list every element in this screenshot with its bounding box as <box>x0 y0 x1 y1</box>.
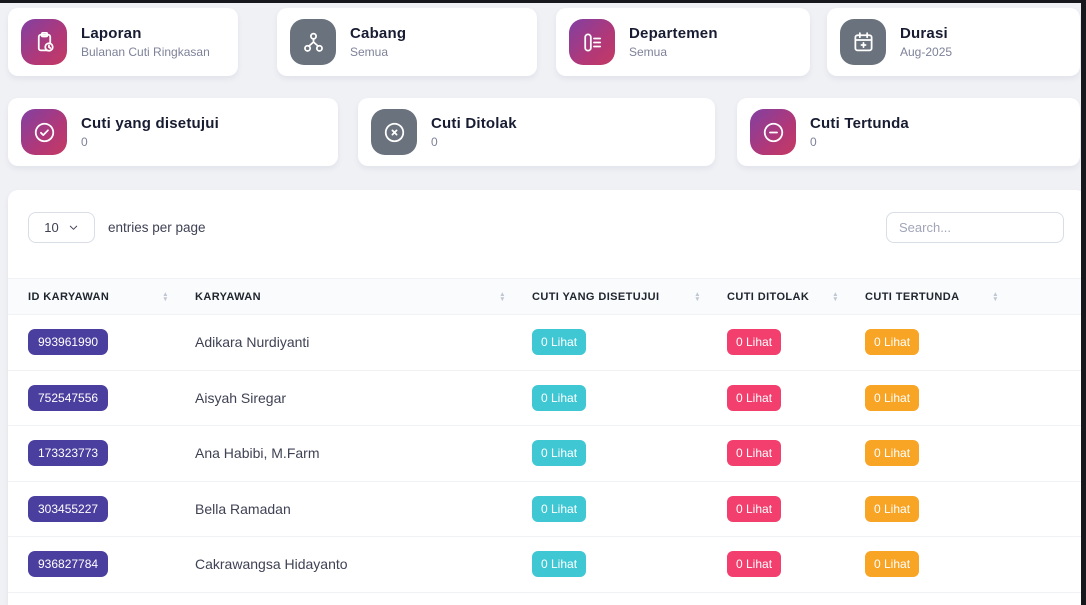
rejected-lihat-button[interactable]: 0 Lihat <box>727 551 781 577</box>
page-size-value: 10 <box>44 220 58 235</box>
card-value: 0 <box>81 135 219 149</box>
window-top-border <box>0 0 1086 3</box>
sort-icon: ▲▼ <box>694 292 701 302</box>
filter-card-departemen: Departemen Semua <box>556 8 810 76</box>
card-value: Semua <box>350 45 406 59</box>
approved-lihat-button[interactable]: 0 Lihat <box>532 440 586 466</box>
filter-card-cabang: Cabang Semua <box>277 8 537 76</box>
column-label: CUTI DITOLAK <box>727 291 809 303</box>
sort-icon: ▲▼ <box>162 292 169 302</box>
table-row: 936827784 Cakrawangsa Hidayanto 0 Lihat … <box>8 537 1086 593</box>
card-title: Durasi <box>900 25 952 42</box>
clock-check-icon <box>21 109 67 155</box>
clipboard-clock-icon <box>21 19 67 65</box>
card-title: Cuti Tertunda <box>810 115 909 132</box>
pending-lihat-button[interactable]: 0 Lihat <box>865 329 919 355</box>
employee-name: Bella Ramadan <box>195 501 532 517</box>
card-value: 0 <box>810 135 909 149</box>
report-table-card: 10 entries per page ID KARYAWAN ▲▼ KARYA… <box>8 190 1086 605</box>
card-value: Semua <box>629 45 718 59</box>
table-row: 173323773 Ana Habibi, M.Farm 0 Lihat 0 L… <box>8 426 1086 482</box>
card-value: Aug-2025 <box>900 45 952 59</box>
column-header-id-karyawan[interactable]: ID KARYAWAN ▲▼ <box>28 291 195 303</box>
card-title: Cabang <box>350 25 406 42</box>
branch-network-icon <box>290 19 336 65</box>
rejected-lihat-button[interactable]: 0 Lihat <box>727 496 781 522</box>
pending-lihat-button[interactable]: 0 Lihat <box>865 496 919 522</box>
employee-id-badge: 936827784 <box>28 551 108 577</box>
sort-icon: ▲▼ <box>832 292 839 302</box>
approved-lihat-button[interactable]: 0 Lihat <box>532 329 586 355</box>
approved-lihat-button[interactable]: 0 Lihat <box>532 551 586 577</box>
rejected-lihat-button[interactable]: 0 Lihat <box>727 329 781 355</box>
approved-lihat-button[interactable]: 0 Lihat <box>532 385 586 411</box>
column-header-cuti-disetujui[interactable]: CUTI YANG DISETUJUI ▲▼ <box>532 291 727 303</box>
column-label: KARYAWAN <box>195 291 261 303</box>
rejected-lihat-button[interactable]: 0 Lihat <box>727 440 781 466</box>
page-size-select[interactable]: 10 <box>28 212 95 243</box>
filter-card-durasi: Durasi Aug-2025 <box>827 8 1080 76</box>
summary-card-approved: Cuti yang disetujui 0 <box>8 98 338 166</box>
column-label: ID KARYAWAN <box>28 291 109 303</box>
column-label: CUTI YANG DISETUJUI <box>532 291 659 303</box>
approved-lihat-button[interactable]: 0 Lihat <box>532 496 586 522</box>
card-title: Cuti Ditolak <box>431 115 517 132</box>
entries-per-page-label: entries per page <box>108 220 206 235</box>
employee-id-badge: 993961990 <box>28 329 108 355</box>
chevron-down-icon <box>68 222 79 233</box>
circle-x-icon <box>371 109 417 155</box>
summary-card-pending: Cuti Tertunda 0 <box>737 98 1080 166</box>
search-input[interactable] <box>886 212 1064 243</box>
filter-card-laporan: Laporan Bulanan Cuti Ringkasan <box>8 8 238 76</box>
table-controls: 10 entries per page <box>28 212 1064 243</box>
card-title: Cuti yang disetujui <box>81 115 219 132</box>
dashboard-page: Laporan Bulanan Cuti Ringkasan Cabang Se… <box>0 0 1086 605</box>
table-row: 993961990 Adikara Nurdiyanti 0 Lihat 0 L… <box>8 315 1086 371</box>
pending-lihat-button[interactable]: 0 Lihat <box>865 385 919 411</box>
employee-id-badge: 303455227 <box>28 496 108 522</box>
column-label: CUTI TERTUNDA <box>865 291 959 303</box>
sort-icon: ▲▼ <box>499 292 506 302</box>
window-right-border <box>1081 0 1086 605</box>
table-header: ID KARYAWAN ▲▼ KARYAWAN ▲▼ CUTI YANG DIS… <box>8 278 1086 315</box>
card-value: Bulanan Cuti Ringkasan <box>81 45 210 59</box>
pending-lihat-button[interactable]: 0 Lihat <box>865 551 919 577</box>
employee-id-badge: 173323773 <box>28 440 108 466</box>
department-list-icon <box>569 19 615 65</box>
card-title: Departemen <box>629 25 718 42</box>
sort-icon: ▲▼ <box>992 292 999 302</box>
employee-id-badge: 752547556 <box>28 385 108 411</box>
rejected-lihat-button[interactable]: 0 Lihat <box>727 385 781 411</box>
table-row: 303455227 Bella Ramadan 0 Lihat 0 Lihat … <box>8 482 1086 538</box>
column-header-karyawan[interactable]: KARYAWAN ▲▼ <box>195 291 532 303</box>
employee-name: Adikara Nurdiyanti <box>195 334 532 350</box>
column-header-cuti-tertunda[interactable]: CUTI TERTUNDA ▲▼ <box>865 291 1025 303</box>
table-body: 993961990 Adikara Nurdiyanti 0 Lihat 0 L… <box>8 315 1086 593</box>
pending-lihat-button[interactable]: 0 Lihat <box>865 440 919 466</box>
employee-name: Cakrawangsa Hidayanto <box>195 556 532 572</box>
employee-name: Aisyah Siregar <box>195 390 532 406</box>
card-title: Laporan <box>81 25 210 42</box>
circle-minus-icon <box>750 109 796 155</box>
column-header-cuti-ditolak[interactable]: CUTI DITOLAK ▲▼ <box>727 291 865 303</box>
card-value: 0 <box>431 135 517 149</box>
summary-card-rejected: Cuti Ditolak 0 <box>358 98 715 166</box>
table-row: 752547556 Aisyah Siregar 0 Lihat 0 Lihat… <box>8 371 1086 427</box>
calendar-plus-icon <box>840 19 886 65</box>
employee-name: Ana Habibi, M.Farm <box>195 445 532 461</box>
